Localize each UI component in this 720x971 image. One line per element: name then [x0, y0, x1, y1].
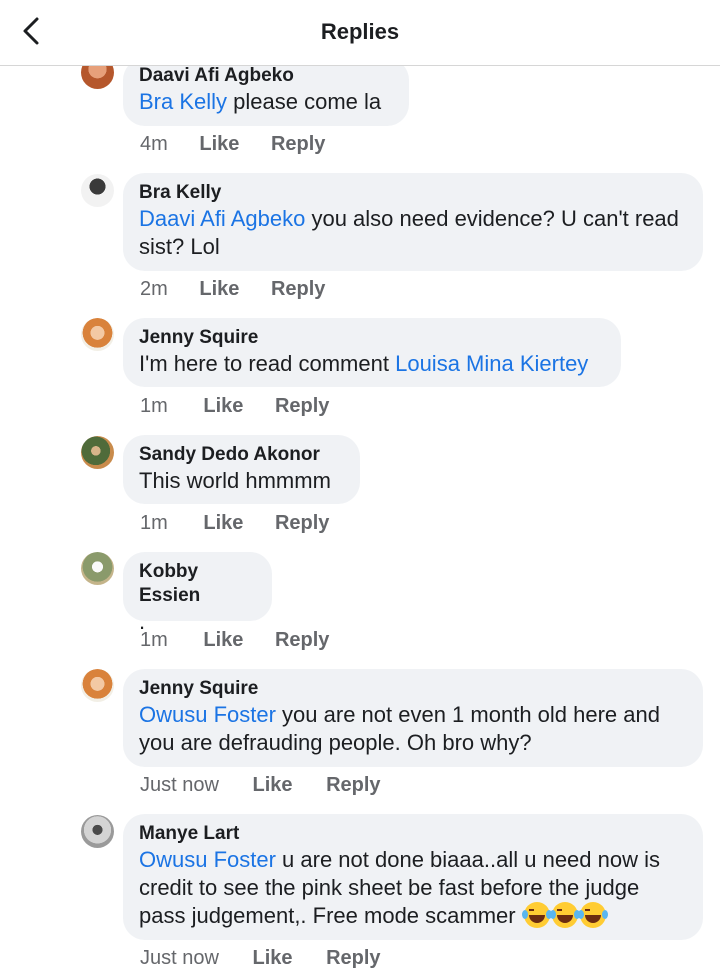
reply-button[interactable]: Reply [326, 774, 380, 797]
comment-actions: 4m Like Reply [140, 133, 325, 156]
comment-actions: Just now Like Reply [140, 947, 381, 970]
comment-author[interactable]: Sandy Dedo Akonor [139, 443, 344, 467]
comment-text: Owusu Foster you are not even 1 month ol… [139, 701, 687, 757]
comment-actions: 1m Like Reply [140, 395, 329, 418]
mention-link[interactable]: Daavi Afi Agbeko [139, 206, 305, 231]
comment-time: 1m [140, 512, 168, 534]
comment-author[interactable]: Daavi Afi Agbeko [139, 64, 393, 88]
comment-time: 1m [140, 395, 168, 417]
comment-author[interactable]: Bra Kelly [139, 181, 687, 205]
mention-link[interactable]: Owusu Foster [139, 847, 276, 872]
mention-link[interactable]: Owusu Foster [139, 702, 276, 727]
comment-author[interactable]: Manye Lart [139, 822, 687, 846]
reply-button[interactable]: Reply [271, 133, 325, 156]
like-button[interactable]: Like [253, 947, 293, 970]
comment-actions: 1m Like Reply [140, 512, 329, 535]
mention-link[interactable]: Bra Kelly [139, 89, 227, 114]
like-button[interactable]: Like [199, 278, 239, 301]
comment-time: 4m [140, 133, 168, 155]
reply-button[interactable]: Reply [275, 395, 329, 418]
top-bar: Replies [0, 0, 720, 66]
comment-time: 2m [140, 278, 168, 300]
reply-button[interactable]: Reply [275, 512, 329, 535]
comment-actions: Just now Like Reply [140, 774, 381, 797]
laughing-tears-emoji-icon [549, 902, 580, 928]
comment-text: This world hmmmm [139, 468, 331, 493]
comment-time: Just now [140, 774, 219, 796]
like-button[interactable]: Like [199, 133, 239, 156]
like-button[interactable]: Like [203, 512, 243, 535]
comment-body: please come la [227, 89, 382, 114]
comment-author[interactable]: Jenny Squire [139, 326, 605, 350]
comment-bubble[interactable]: Sandy Dedo Akonor This world hmmmm [123, 435, 360, 504]
avatar[interactable] [81, 318, 114, 351]
like-button[interactable]: Like [203, 629, 243, 652]
comment-text: Bra Kelly please come la [139, 88, 393, 116]
comment-actions: 1m Like Reply [140, 629, 329, 652]
avatar[interactable] [81, 815, 114, 848]
comment-bubble[interactable]: Bra Kelly Daavi Afi Agbeko you also need… [123, 173, 703, 271]
reply-button[interactable]: Reply [275, 629, 329, 652]
like-button[interactable]: Like [253, 774, 293, 797]
comment-time: 1m [140, 629, 168, 651]
comment-actions: 2m Like Reply [140, 278, 325, 301]
comment-bubble[interactable]: Daavi Afi Agbeko Bra Kelly please come l… [123, 58, 409, 126]
reply-button[interactable]: Reply [326, 947, 380, 970]
replies-list: Daavi Afi Agbeko Bra Kelly please come l… [0, 0, 720, 971]
avatar[interactable] [81, 669, 114, 702]
mention-link[interactable]: Louisa Mina Kiertey [395, 351, 588, 376]
comment-bubble[interactable]: Jenny Squire Owusu Foster you are not ev… [123, 669, 703, 767]
reply-button[interactable]: Reply [271, 278, 325, 301]
like-button[interactable]: Like [203, 395, 243, 418]
avatar[interactable] [81, 552, 114, 585]
comment-text: Owusu Foster u are not done biaaa..all u… [139, 846, 687, 930]
comment-author[interactable]: Jenny Squire [139, 677, 687, 701]
avatar[interactable] [81, 174, 114, 207]
page-title: Replies [320, 19, 400, 44]
comment-time: Just now [140, 947, 219, 969]
laughing-tears-emoji-icon [521, 902, 552, 928]
laughing-tears-emoji-icon [577, 902, 608, 928]
comment-bubble[interactable]: Manye Lart Owusu Foster u are not done b… [123, 814, 703, 940]
comment-bubble[interactable]: Jenny Squire I'm here to read comment Lo… [123, 318, 621, 387]
comment-body: I'm here to read comment [139, 351, 396, 376]
comment-author[interactable]: Kobby Essien [139, 560, 256, 608]
comment-bubble[interactable]: Kobby Essien . [123, 552, 272, 634]
comment-text: Daavi Afi Agbeko you also need evidence?… [139, 205, 687, 261]
comment-text: I'm here to read comment Louisa Mina Kie… [139, 350, 605, 378]
avatar[interactable] [81, 436, 114, 469]
